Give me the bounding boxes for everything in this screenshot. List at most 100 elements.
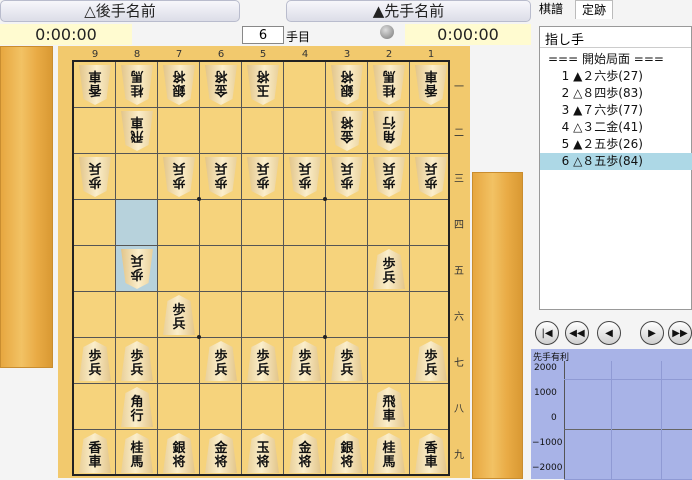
sente-piece[interactable]: 金将: [205, 433, 237, 473]
sente-piece[interactable]: 歩兵: [373, 249, 405, 289]
gote-piece[interactable]: 歩兵: [331, 157, 363, 197]
piece-char: 歩: [88, 349, 102, 364]
gote-piece[interactable]: 歩兵: [205, 157, 237, 197]
piece-char: 兵: [340, 160, 354, 175]
piece-char: 馬: [130, 68, 144, 83]
star-point: [323, 197, 327, 201]
piece-char: 兵: [256, 160, 270, 175]
piece-char: 飛: [130, 128, 144, 143]
sente-piece[interactable]: 玉将: [247, 433, 279, 473]
piece-char: 桂: [130, 441, 144, 456]
piece-char: 将: [172, 455, 186, 470]
piece-char: 兵: [382, 271, 396, 286]
file-label: 6: [217, 49, 225, 60]
move-list-item[interactable]: 1 ▲２六歩(27): [540, 68, 692, 85]
gote-piece[interactable]: 銀将: [163, 65, 195, 105]
piece-char: 香: [424, 82, 438, 97]
gote-piece[interactable]: 銀将: [331, 65, 363, 105]
sente-piece[interactable]: 歩兵: [79, 341, 111, 381]
gote-piece-stand[interactable]: [0, 46, 53, 368]
grid-line: [74, 429, 448, 430]
gote-piece[interactable]: 歩兵: [247, 157, 279, 197]
gote-piece[interactable]: 歩兵: [121, 249, 153, 289]
move-list-item[interactable]: 2 △８四歩(83): [540, 85, 692, 102]
gote-piece[interactable]: 桂馬: [373, 65, 405, 105]
sente-piece[interactable]: 銀将: [331, 433, 363, 473]
piece-char: 金: [214, 441, 228, 456]
sente-piece[interactable]: 金将: [289, 433, 321, 473]
gote-piece[interactable]: 玉将: [247, 65, 279, 105]
move-list[interactable]: 指し手 === 開始局面 === 1 ▲２六歩(27) 2 △８四歩(83) 3…: [539, 26, 692, 310]
back-many-button[interactable]: ◀◀: [565, 321, 589, 345]
piece-char: 歩: [256, 349, 270, 364]
sente-piece[interactable]: 桂馬: [121, 433, 153, 473]
piece-char: 歩: [424, 349, 438, 364]
piece-char: 歩: [130, 349, 144, 364]
piece-char: 桂: [382, 441, 396, 456]
gote-piece[interactable]: 金将: [205, 65, 237, 105]
sente-piece[interactable]: 香車: [415, 433, 447, 473]
gote-piece[interactable]: 歩兵: [79, 157, 111, 197]
tab-kifu[interactable]: 棋譜: [533, 0, 570, 18]
piece-char: 歩: [298, 349, 312, 364]
grid-line: [367, 62, 368, 474]
piece-char: 兵: [256, 363, 270, 378]
sente-piece[interactable]: 歩兵: [331, 341, 363, 381]
piece-char: 兵: [214, 160, 228, 175]
gote-piece[interactable]: 歩兵: [373, 157, 405, 197]
prev-many-icon: ◀◀: [569, 327, 585, 339]
piece-char: 香: [88, 82, 102, 97]
gote-piece[interactable]: 歩兵: [163, 157, 195, 197]
gote-piece[interactable]: 香車: [415, 65, 447, 105]
piece-char: 銀: [172, 82, 186, 97]
sente-piece[interactable]: 角行: [121, 387, 153, 427]
gote-piece[interactable]: 桂馬: [121, 65, 153, 105]
piece-char: 歩: [340, 349, 354, 364]
move-list-item[interactable]: === 開始局面 ===: [540, 51, 692, 68]
board-grid[interactable]: 香車桂馬銀将金将玉将銀将桂馬香車飛車金将角行歩兵歩兵歩兵歩兵歩兵歩兵歩兵歩兵歩兵…: [72, 60, 450, 476]
sente-piece[interactable]: 桂馬: [373, 433, 405, 473]
piece-char: 行: [130, 409, 144, 424]
sente-piece[interactable]: 歩兵: [163, 295, 195, 335]
gote-piece[interactable]: 歩兵: [289, 157, 321, 197]
move-list-item[interactable]: 3 ▲７六歩(77): [540, 102, 692, 119]
gote-piece[interactable]: 飛車: [121, 111, 153, 151]
first-move-button[interactable]: |◀: [535, 321, 559, 345]
rank-label: 二: [454, 128, 464, 139]
piece-char: 歩: [382, 174, 396, 189]
sente-piece[interactable]: 香車: [79, 433, 111, 473]
move-number-input[interactable]: 6: [242, 26, 284, 44]
forward-button[interactable]: ▶: [640, 321, 664, 345]
grid-line: [283, 62, 284, 474]
forward-many-button[interactable]: ▶▶: [668, 321, 692, 345]
piece-char: 桂: [130, 82, 144, 97]
sente-piece[interactable]: 歩兵: [247, 341, 279, 381]
sente-piece[interactable]: 飛車: [373, 387, 405, 427]
piece-char: 歩: [256, 174, 270, 189]
piece-char: 歩: [214, 174, 228, 189]
move-list-item[interactable]: 4 △３二金(41): [540, 119, 692, 136]
eval-label: −1000: [532, 438, 563, 448]
sente-piece[interactable]: 銀将: [163, 433, 195, 473]
gote-piece[interactable]: 歩兵: [415, 157, 447, 197]
rank-label: 四: [454, 220, 464, 231]
gote-piece[interactable]: 金将: [331, 111, 363, 151]
sente-piece-stand[interactable]: [472, 172, 523, 479]
grid-line: [157, 62, 158, 474]
piece-char: 兵: [172, 317, 186, 332]
back-button[interactable]: ◀: [597, 321, 621, 345]
sente-name: ▲先手名前: [372, 2, 445, 20]
gote-piece[interactable]: 香車: [79, 65, 111, 105]
piece-char: 桂: [382, 82, 396, 97]
tab-joseki[interactable]: 定跡: [575, 0, 614, 19]
piece-char: 馬: [382, 455, 396, 470]
sente-piece[interactable]: 歩兵: [415, 341, 447, 381]
file-label: 8: [133, 49, 141, 60]
move-list-item[interactable]: 5 ▲２五歩(26): [540, 136, 692, 153]
piece-char: 車: [424, 68, 438, 83]
sente-piece[interactable]: 歩兵: [205, 341, 237, 381]
gote-piece[interactable]: 角行: [373, 111, 405, 151]
move-list-item[interactable]: 6 △８五歩(84): [540, 153, 692, 170]
sente-piece[interactable]: 歩兵: [121, 341, 153, 381]
sente-piece[interactable]: 歩兵: [289, 341, 321, 381]
